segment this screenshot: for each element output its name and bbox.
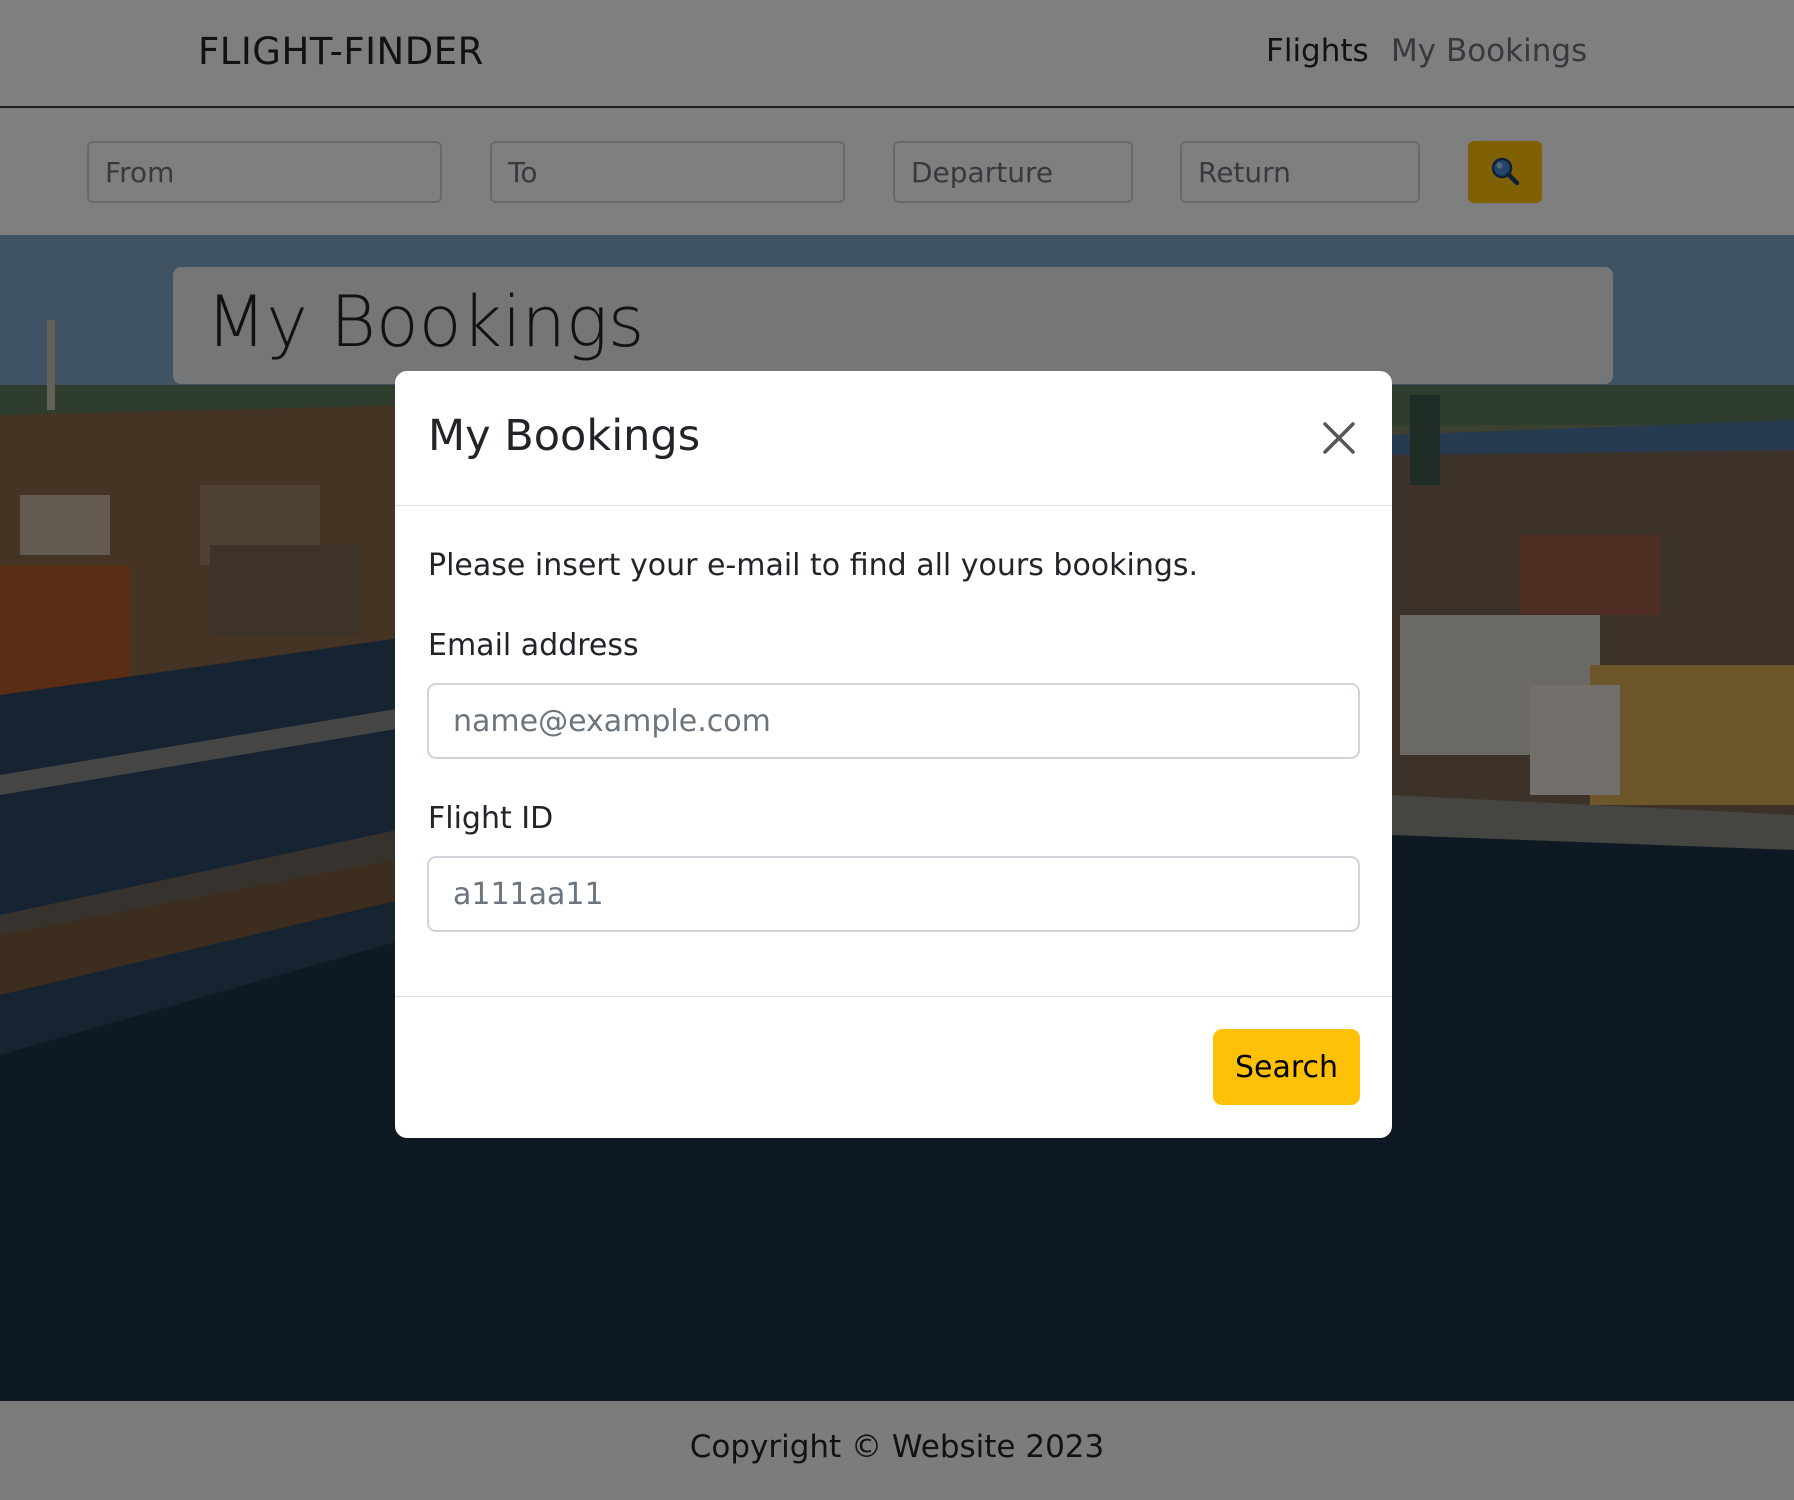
email-field[interactable] [427,683,1360,759]
bookings-search-button[interactable]: Search [1213,1029,1360,1105]
modal-title: My Bookings [428,411,701,461]
modal-footer: Search [395,996,1392,1138]
modal-intro-text: Please insert your e-mail to find all yo… [428,548,1199,583]
close-icon [1317,422,1361,463]
page: FLIGHT-FINDER Flights My Bookings [0,0,1794,1500]
modal-header: My Bookings [395,371,1392,506]
flight-id-field[interactable] [427,856,1360,932]
flight-id-label: Flight ID [428,801,554,836]
close-button[interactable] [1317,416,1361,460]
email-label: Email address [428,628,639,663]
